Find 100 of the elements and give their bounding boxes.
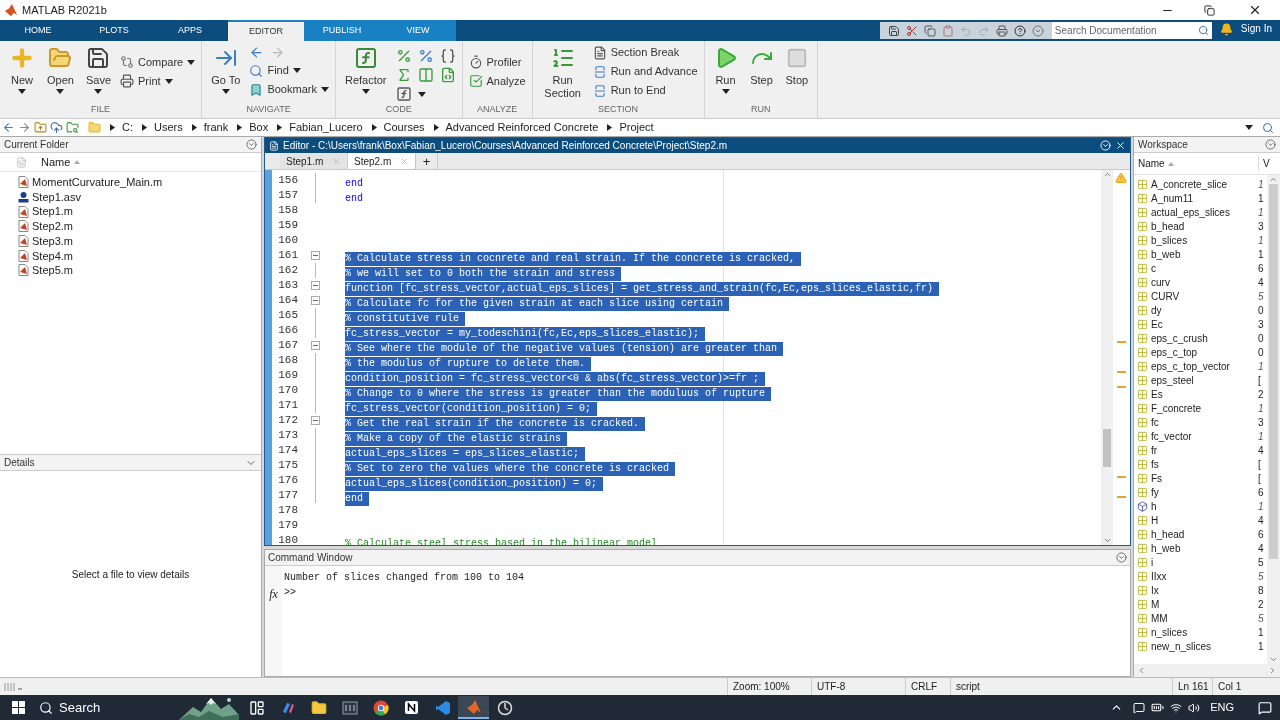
scroll-thumb[interactable]: [1269, 184, 1278, 559]
code-icon[interactable]: [439, 67, 456, 83]
taskbar-search[interactable]: Search: [39, 695, 239, 720]
warning-marker[interactable]: [1117, 476, 1126, 478]
variable-row[interactable]: eps_c_crush 0: [1134, 331, 1267, 345]
file-row[interactable]: Step5.m: [0, 263, 261, 278]
ribbon-tab[interactable]: EDITOR: [228, 20, 304, 41]
folder-up-icon[interactable]: [34, 121, 47, 134]
file-tab[interactable]: Step2.m: [348, 153, 416, 169]
variable-row[interactable]: new_n_slices 1: [1134, 639, 1267, 653]
scrollbar[interactable]: [1267, 175, 1280, 664]
file-tab[interactable]: Step1.m: [280, 153, 348, 169]
panel-menu-icon[interactable]: [1265, 139, 1276, 150]
fold-toggle-icon[interactable]: [310, 416, 320, 425]
variable-row[interactable]: fy 6: [1134, 485, 1267, 499]
folder-search-icon[interactable]: [66, 121, 79, 134]
variable-row[interactable]: dy 0: [1134, 303, 1267, 317]
path-segment[interactable]: Fabian_Lucero: [289, 119, 363, 136]
battery-icon[interactable]: [1151, 701, 1165, 714]
save-icon[interactable]: [887, 24, 900, 37]
percent-icon[interactable]: [417, 48, 434, 64]
printer-icon[interactable]: [995, 24, 1008, 37]
variable-row[interactable]: n_slices 1: [1134, 625, 1267, 639]
toolstrip-button[interactable]: New: [6, 44, 38, 94]
variable-row[interactable]: b_head 3: [1134, 219, 1267, 233]
sign-in-link[interactable]: Sign In: [1240, 21, 1272, 36]
language-indicator[interactable]: ENG: [1210, 699, 1234, 716]
forward-icon[interactable]: [18, 121, 31, 134]
variable-row[interactable]: Es 2: [1134, 387, 1267, 401]
column-header[interactable]: Name: [0, 153, 261, 172]
variable-row[interactable]: IIxx 5: [1134, 569, 1267, 583]
toolstrip-button[interactable]: Run: [710, 44, 741, 94]
file-row[interactable]: MomentCurvature_Main.m: [0, 175, 261, 190]
variable-row[interactable]: curv 4: [1134, 275, 1267, 289]
variable-row[interactable]: F_concrete 1: [1134, 401, 1267, 415]
variable-row[interactable]: Ix 8: [1134, 583, 1267, 597]
column-title[interactable]: Name: [1138, 156, 1165, 171]
variable-row[interactable]: M 2: [1134, 597, 1267, 611]
notification-icon[interactable]: [1258, 700, 1272, 715]
horizontal-scrollbar[interactable]: [1134, 664, 1280, 677]
copy-icon[interactable]: [923, 24, 936, 37]
variable-row[interactable]: eps_c_top 0: [1134, 345, 1267, 359]
help-icon[interactable]: [1013, 24, 1026, 37]
scrollbar[interactable]: [1101, 170, 1113, 545]
warning-icon[interactable]: [1115, 172, 1127, 184]
toolstrip-button[interactable]: Profiler: [468, 53, 526, 71]
close-icon[interactable]: [1248, 3, 1262, 17]
search-input[interactable]: Search Documentation: [1054, 23, 1198, 38]
scroll-up-icon[interactable]: [1269, 175, 1278, 184]
path-segment[interactable]: frank: [203, 119, 229, 136]
fold-toggle-icon[interactable]: [310, 341, 320, 350]
wifi-icon[interactable]: [1170, 701, 1183, 714]
variable-row[interactable]: eps_c_top_vector 1: [1134, 359, 1267, 373]
ribbon-tab[interactable]: VIEW: [380, 20, 456, 41]
variable-row[interactable]: i 5: [1134, 555, 1267, 569]
search-field[interactable]: Search Documentation: [1051, 22, 1212, 39]
scroll-up-icon[interactable]: [1102, 170, 1112, 179]
variable-row[interactable]: b_web 1: [1134, 247, 1267, 261]
back-icon[interactable]: [249, 45, 265, 60]
scroll-down-icon[interactable]: [1102, 536, 1112, 545]
fold-toggle-icon[interactable]: [310, 296, 320, 305]
path-segment[interactable]: Box: [249, 119, 269, 136]
path-segment[interactable]: Advanced Reinforced Concrete: [445, 119, 599, 136]
variable-row[interactable]: eps_steel [: [1134, 373, 1267, 387]
toolstrip-button[interactable]: Section Break: [592, 44, 698, 61]
browse-icon[interactable]: [50, 121, 63, 134]
toolstrip-button[interactable]: Analyze: [468, 72, 526, 90]
toolstrip-button[interactable]: Run Section: [538, 44, 587, 100]
warning-marker[interactable]: [1117, 386, 1126, 388]
variable-row[interactable]: MM 5: [1134, 611, 1267, 625]
variable-row[interactable]: CURV 5: [1134, 289, 1267, 303]
variable-row[interactable]: h_head 6: [1134, 527, 1267, 541]
cut-icon[interactable]: [905, 24, 918, 37]
command-prompt[interactable]: >>: [284, 585, 525, 600]
panel-menu-icon[interactable]: [1116, 552, 1127, 563]
file-row[interactable]: Step1.m: [0, 204, 261, 220]
file-row[interactable]: Step2.m: [0, 219, 261, 234]
variable-row[interactable]: fc 3: [1134, 415, 1267, 429]
more-icon[interactable]: [1031, 24, 1044, 37]
warning-marker[interactable]: [1117, 371, 1126, 373]
path-segment[interactable]: Courses: [383, 119, 425, 136]
ribbon-tab[interactable]: PUBLISH: [304, 20, 380, 41]
variable-row[interactable]: fs [: [1134, 457, 1267, 471]
warning-marker[interactable]: [1117, 496, 1126, 498]
toolstrip-button[interactable]: Compare: [120, 53, 196, 71]
percent-icon[interactable]: [395, 48, 412, 64]
bell-icon[interactable]: [1219, 23, 1233, 36]
toolstrip-button[interactable]: Open: [44, 44, 77, 94]
close-icon[interactable]: [1115, 140, 1126, 151]
fold-toggle-icon[interactable]: [310, 281, 320, 290]
toolstrip-button[interactable]: Refactor: [341, 44, 390, 94]
search-icon[interactable]: [1262, 121, 1274, 134]
variable-row[interactable]: actual_eps_slices 1: [1134, 205, 1267, 219]
scroll-left-icon[interactable]: [1137, 666, 1146, 675]
column-title[interactable]: V: [1258, 156, 1280, 171]
function-icon[interactable]: [395, 86, 412, 102]
restore-icon[interactable]: [1204, 4, 1215, 16]
scroll-right-icon[interactable]: [1268, 666, 1277, 675]
tray-app-icon[interactable]: [1133, 701, 1146, 714]
file-row[interactable]: Step1.asv: [0, 189, 261, 205]
